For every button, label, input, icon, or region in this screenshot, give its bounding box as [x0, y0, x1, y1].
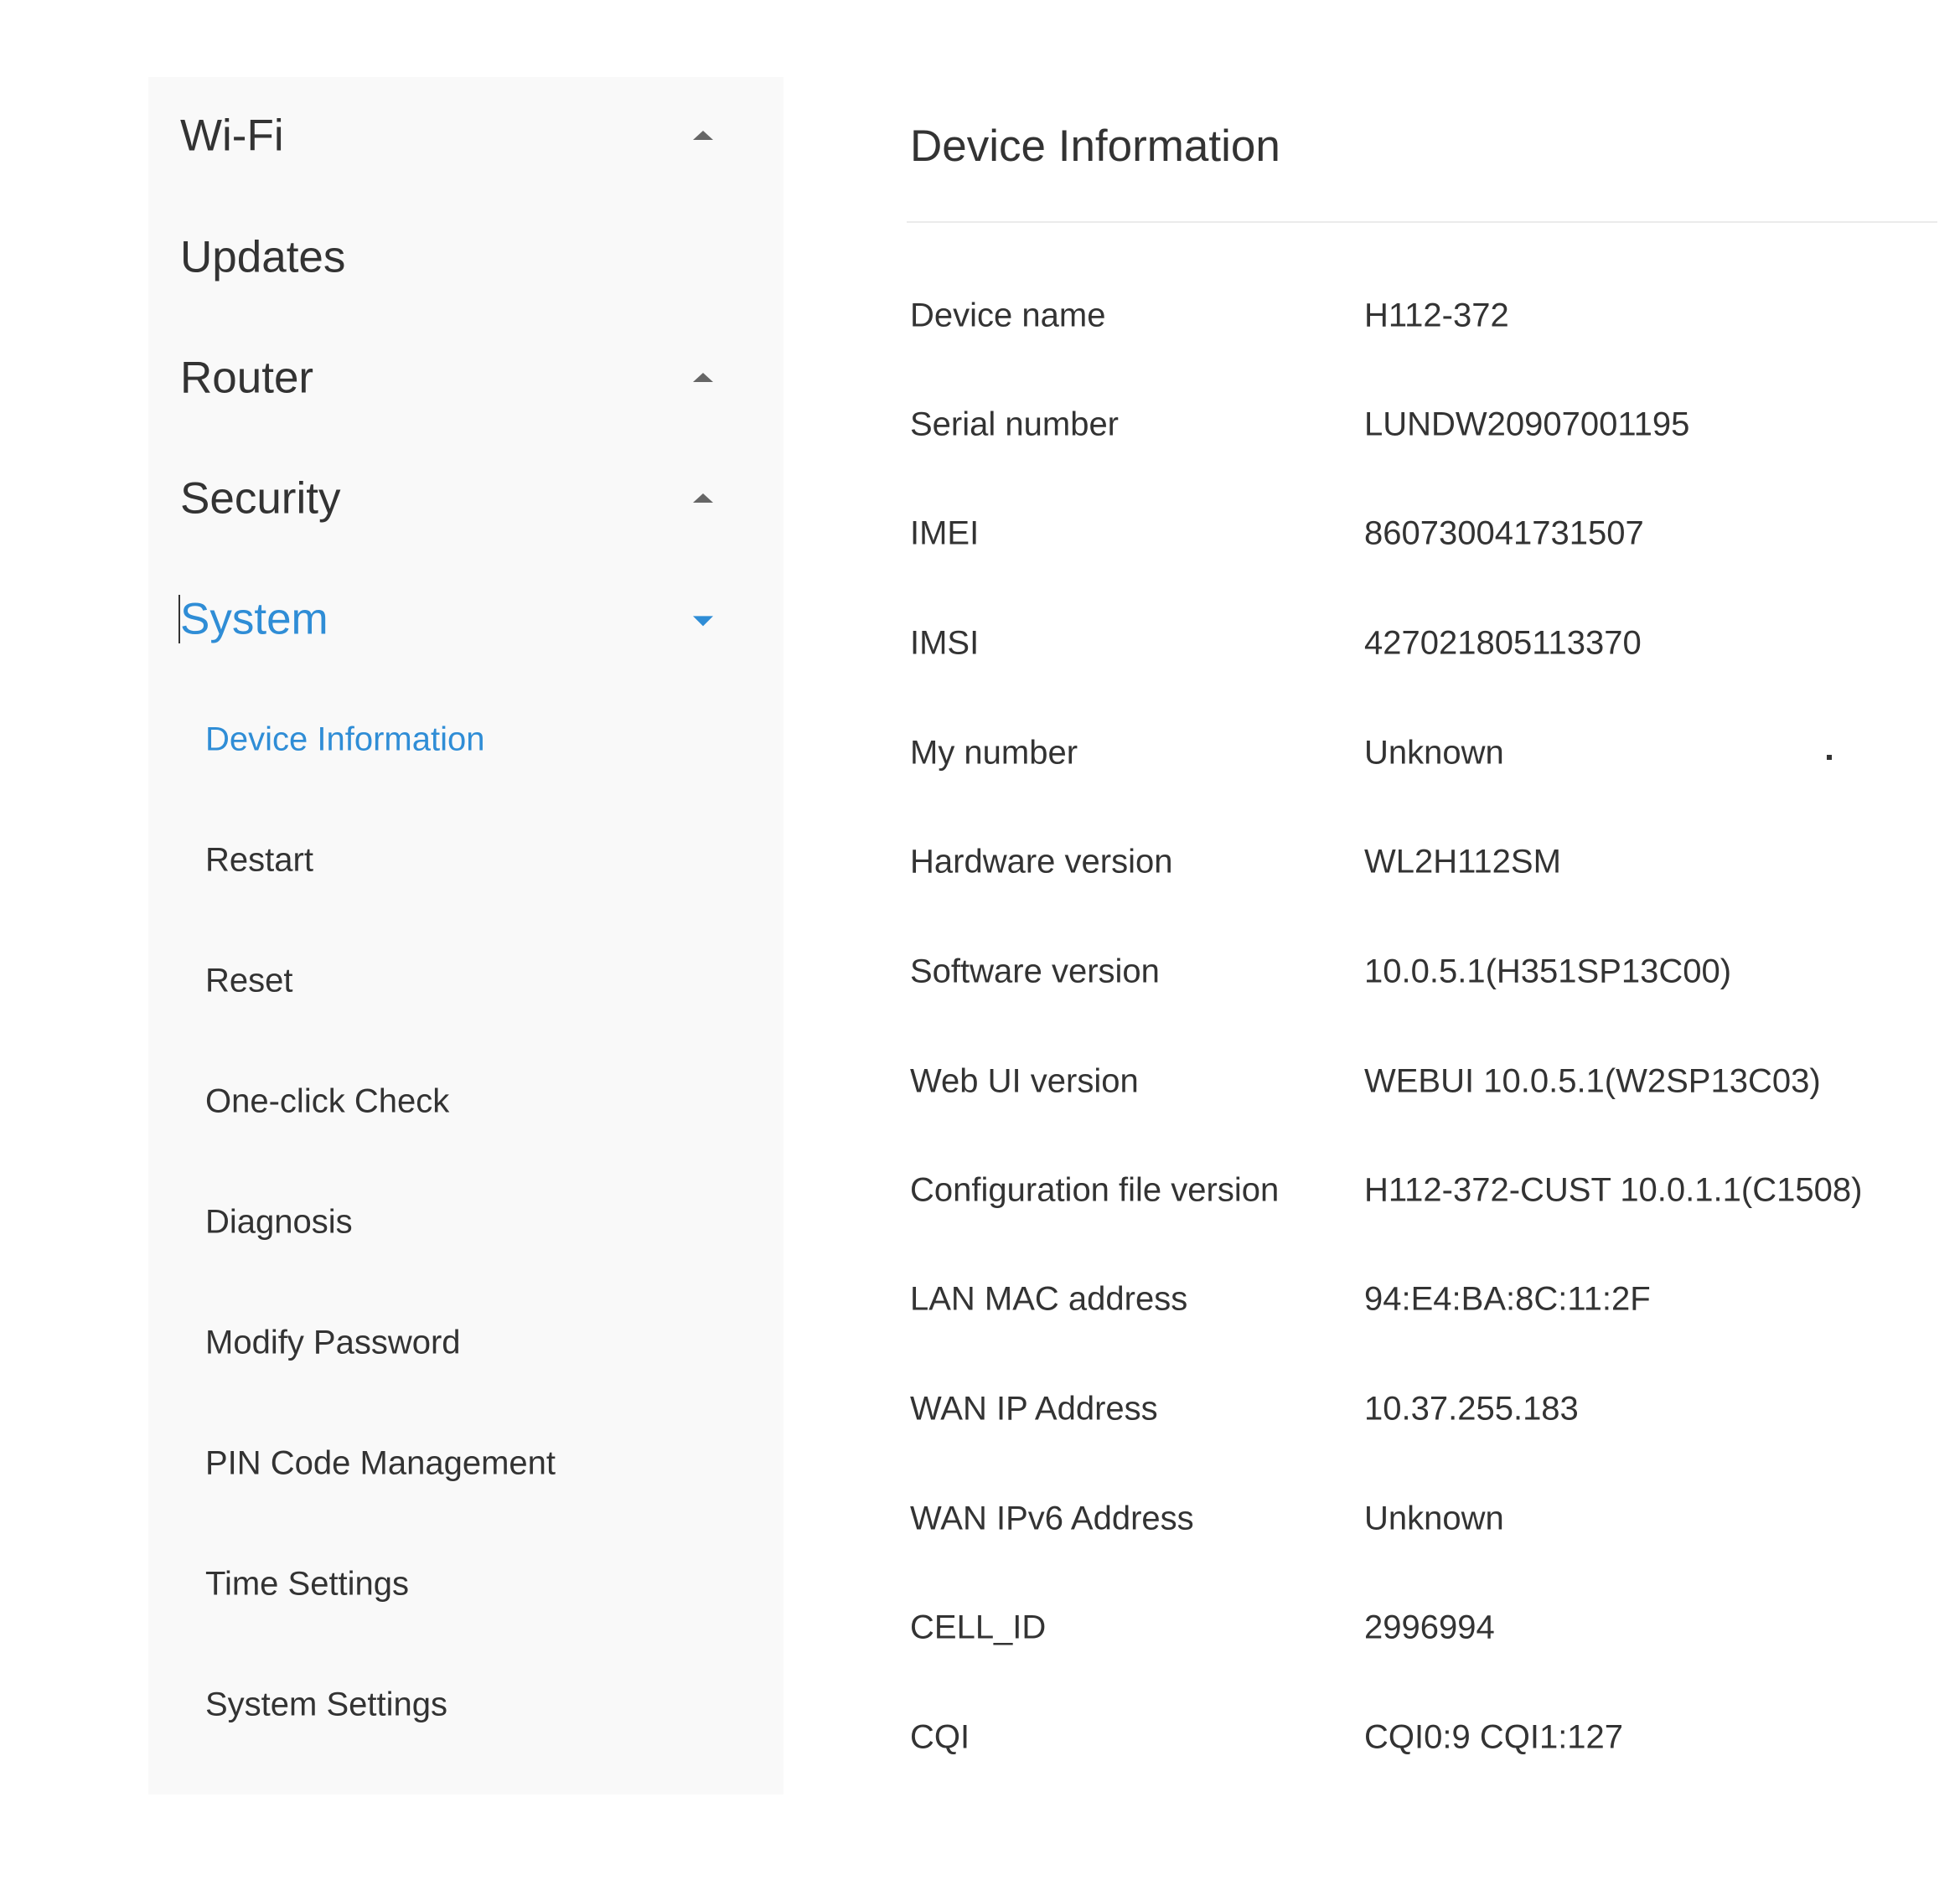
sidebar-item-label: Updates [180, 232, 346, 282]
submenu-item-label: System Settings [205, 1686, 448, 1723]
submenu-item-label: One-click Check [205, 1082, 450, 1120]
caret-up-icon [693, 130, 713, 140]
info-value: Unknown [1364, 1500, 1504, 1537]
info-label: My number [910, 734, 1078, 772]
caret-down-icon [693, 616, 713, 627]
info-label: Web UI version [910, 1062, 1139, 1100]
info-row-wan-ip-address: WAN IP Address 10.37.255.183 [907, 1363, 1937, 1455]
info-label: CELL_ID [910, 1609, 1047, 1646]
info-row-software-version: Software version 10.0.5.1(H351SP13C00) [907, 926, 1937, 1018]
info-value: Unknown [1364, 734, 1504, 772]
submenu-item-device-information[interactable]: Device Information [148, 681, 783, 798]
info-value: 860730041731507 [1364, 514, 1644, 552]
info-label: CQI [910, 1718, 970, 1756]
info-value: 10.0.5.1(H351SP13C00) [1364, 953, 1732, 990]
info-value: 94:E4:BA:8C:11:2F [1364, 1280, 1651, 1318]
stray-dot [1827, 755, 1832, 760]
info-label: Hardware version [910, 843, 1173, 881]
submenu-item-diagnosis[interactable]: Diagnosis [148, 1164, 783, 1281]
sidebar-item-router[interactable]: Router [148, 319, 783, 436]
submenu-item-reset[interactable]: Reset [148, 922, 783, 1040]
sidebar-item-label: Wi-Fi [180, 111, 284, 161]
info-label: WAN IP Address [910, 1390, 1158, 1428]
info-label: Serial number [910, 405, 1120, 443]
submenu-item-label: PIN Code Management [205, 1444, 556, 1482]
submenu-item-time-settings[interactable]: Time Settings [148, 1526, 783, 1643]
page-title: Device Information [910, 121, 1280, 171]
submenu-item-pin-code-management[interactable]: PIN Code Management [148, 1405, 783, 1522]
info-row-hardware-version: Hardware version WL2H112SM [907, 816, 1937, 908]
info-value: H112-372-CUST 10.0.1.1(C1508) [1364, 1171, 1863, 1209]
title-divider [907, 221, 1937, 223]
sidebar-item-label: Security [180, 473, 341, 524]
sidebar-nav: Wi-Fi Updates Router Security System Dev… [148, 77, 783, 1795]
info-value: WL2H112SM [1364, 843, 1561, 881]
info-row-web-ui-version: Web UI version WEBUI 10.0.5.1(W2SP13C03) [907, 1035, 1937, 1128]
info-label: IMEI [910, 514, 980, 552]
info-value: 427021805113370 [1364, 624, 1642, 662]
submenu-item-modify-password[interactable]: Modify Password [148, 1284, 783, 1402]
caret-up-icon [693, 493, 713, 503]
submenu-item-label: Diagnosis [205, 1203, 353, 1241]
sidebar-item-security[interactable]: Security [148, 440, 783, 557]
info-value: 10.37.255.183 [1364, 1390, 1579, 1428]
info-value: LUNDW20907001195 [1364, 405, 1690, 443]
info-row-my-number: My number Unknown [907, 707, 1937, 799]
info-value: 2996994 [1364, 1609, 1495, 1646]
info-row-configuration-file-version: Configuration file version H112-372-CUST… [907, 1144, 1937, 1237]
info-value: H112-372 [1364, 297, 1509, 334]
info-label: Device name [910, 297, 1106, 334]
info-row-cqi: CQI CQI0:9 CQI1:127 [907, 1691, 1937, 1784]
info-row-device-name: Device name H112-372 [907, 270, 1937, 362]
info-label: LAN MAC address [910, 1280, 1188, 1318]
info-value: CQI0:9 CQI1:127 [1364, 1718, 1624, 1756]
info-row-imei: IMEI 860730041731507 [907, 488, 1937, 580]
device-information-panel: Device Information Device name H112-372 … [907, 77, 1937, 1795]
info-label: Software version [910, 953, 1160, 990]
submenu-item-restart[interactable]: Restart [148, 802, 783, 919]
submenu-item-label: Restart [205, 841, 313, 879]
submenu-item-label: Time Settings [205, 1565, 410, 1603]
info-row-wan-ipv6-address: WAN IPv6 Address Unknown [907, 1473, 1937, 1565]
sidebar-item-wifi[interactable]: Wi-Fi [148, 77, 783, 194]
info-label: WAN IPv6 Address [910, 1500, 1194, 1537]
info-row-serial-number: Serial number LUNDW20907001195 [907, 379, 1937, 471]
submenu-item-label: Reset [205, 962, 293, 999]
submenu-item-label: Modify Password [205, 1324, 461, 1361]
submenu-item-one-click-check[interactable]: One-click Check [148, 1043, 783, 1160]
sidebar-item-label: Router [180, 353, 314, 403]
info-row-lan-mac-address: LAN MAC address 94:E4:BA:8C:11:2F [907, 1253, 1937, 1345]
info-row-imsi: IMSI 427021805113370 [907, 597, 1937, 689]
caret-up-icon [693, 372, 713, 382]
sidebar-item-label: System [180, 594, 328, 644]
sidebar-item-updates[interactable]: Updates [148, 199, 783, 316]
submenu-item-label: Device Information [205, 720, 485, 758]
info-value: WEBUI 10.0.5.1(W2SP13C03) [1364, 1062, 1821, 1100]
info-row-cell-id: CELL_ID 2996994 [907, 1582, 1937, 1674]
info-label: Configuration file version [910, 1171, 1280, 1209]
submenu-item-system-settings[interactable]: System Settings [148, 1646, 783, 1764]
sidebar-item-system[interactable]: System [148, 560, 783, 678]
info-label: IMSI [910, 624, 980, 662]
